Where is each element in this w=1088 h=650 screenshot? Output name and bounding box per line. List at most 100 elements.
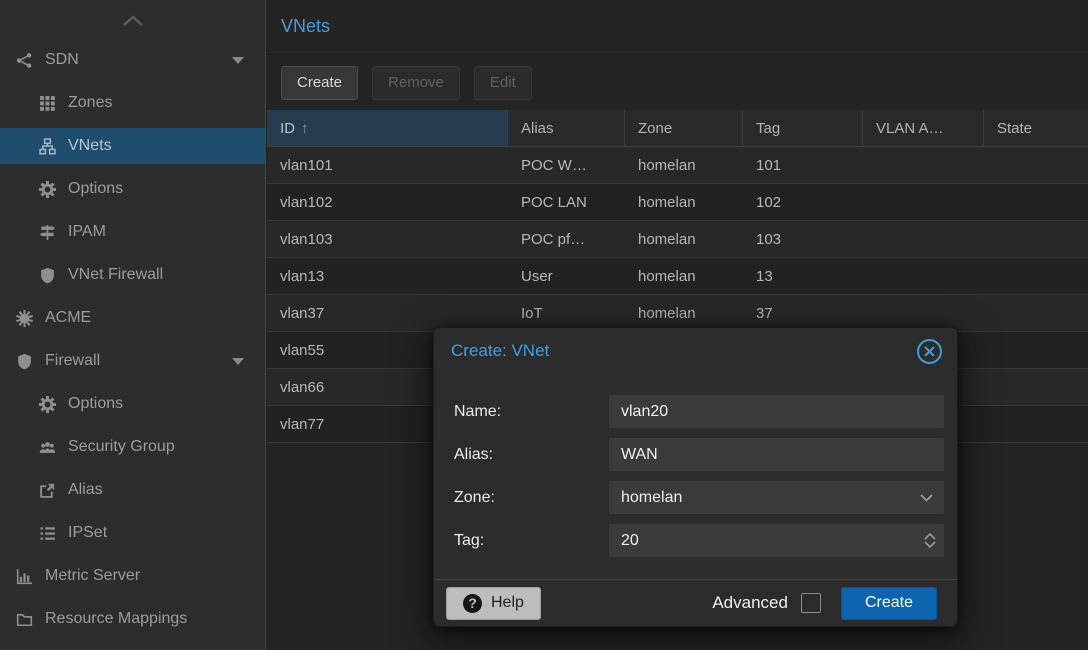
sidebar-item-alias[interactable]: Alias	[0, 472, 265, 508]
cell-zone: homelan	[625, 221, 743, 257]
signpost-icon	[35, 224, 59, 241]
sidebar-item-acme[interactable]: ACME	[0, 300, 265, 336]
name-input[interactable]	[609, 395, 944, 428]
list-ol-icon	[35, 525, 59, 542]
table-row[interactable]: vlan101POC W…homelan101	[267, 147, 1088, 184]
alias-input[interactable]	[609, 438, 944, 471]
cell-vlan_aware	[863, 147, 984, 183]
remove-button[interactable]: Remove	[372, 66, 460, 100]
help-button[interactable]: ? Help	[446, 587, 541, 620]
sidebar-item-label: Zones	[68, 94, 112, 112]
sidebar-item-security-group[interactable]: Security Group	[0, 429, 265, 465]
table-row[interactable]: vlan13Userhomelan13	[267, 258, 1088, 295]
column-header-zone[interactable]: Zone	[625, 110, 743, 146]
tag-field-label: Tag:	[454, 532, 609, 550]
cell-zone: homelan	[625, 147, 743, 183]
sidebar-item-label: Metric Server	[45, 567, 140, 585]
sort-asc-icon: ↑	[301, 120, 309, 137]
sidebar-item-ipset[interactable]: IPSet	[0, 515, 265, 551]
sidebar-item-options[interactable]: Options	[0, 386, 265, 422]
column-header-vlan-a-[interactable]: VLAN A…	[863, 110, 984, 146]
share-nodes-icon	[12, 52, 36, 69]
edit-button[interactable]: Edit	[474, 66, 532, 100]
column-header-id[interactable]: ID ↑	[267, 110, 508, 146]
sidebar-item-vnets[interactable]: VNets	[0, 128, 265, 164]
column-header-state[interactable]: State	[984, 110, 1088, 146]
zone-field-label: Zone:	[454, 489, 609, 507]
sidebar-item-metric-server[interactable]: Metric Server	[0, 558, 265, 594]
sidebar-item-firewall[interactable]: Firewall	[0, 343, 265, 379]
chevron-up-icon[interactable]	[0, 0, 265, 42]
dialog-footer: ? Help Advanced Create	[434, 579, 957, 626]
gear-icon	[35, 181, 59, 198]
help-button-label: Help	[491, 594, 524, 612]
sidebar-item-label: VNet Firewall	[68, 266, 163, 284]
cell-tag: 37	[743, 295, 863, 331]
caret-down-icon[interactable]	[232, 57, 244, 64]
chart-bar-icon	[12, 568, 36, 585]
cell-state	[984, 332, 1088, 368]
dialog-title: Create: VNet	[451, 341, 915, 361]
cell-zone: homelan	[625, 258, 743, 294]
spinner-up-icon	[924, 533, 936, 540]
cell-state	[984, 221, 1088, 257]
sidebar-item-label: Resource Mappings	[45, 610, 187, 628]
cell-state	[984, 295, 1088, 331]
advanced-label: Advanced	[712, 593, 788, 613]
column-header-tag[interactable]: Tag	[743, 110, 863, 146]
alias-field-label: Alias:	[454, 446, 609, 464]
table-row[interactable]: vlan102POC LANhomelan102	[267, 184, 1088, 221]
cell-id: vlan37	[267, 295, 508, 331]
cell-id: vlan103	[267, 221, 508, 257]
sidebar-item-label: ACME	[45, 309, 91, 327]
page-header: VNets	[267, 0, 1088, 55]
cell-vlan_aware	[863, 295, 984, 331]
column-header-label: Tag	[756, 120, 780, 137]
cell-state	[984, 258, 1088, 294]
gear-icon	[35, 396, 59, 413]
toolbar: Create Remove Edit	[267, 55, 1088, 110]
sidebar-item-options[interactable]: Options	[0, 171, 265, 207]
users-icon	[35, 439, 59, 456]
cell-zone: homelan	[625, 295, 743, 331]
sidebar-item-label: Options	[68, 180, 123, 198]
column-header-alias[interactable]: Alias	[508, 110, 625, 146]
cell-vlan_aware	[863, 258, 984, 294]
zone-select-value: homelan	[621, 481, 682, 514]
tag-input[interactable]	[609, 524, 944, 557]
tag-spinner[interactable]	[924, 524, 936, 557]
sitemap-icon	[35, 138, 59, 155]
cell-tag: 102	[743, 184, 863, 220]
sidebar-nav: SDN Zones VNets Options IPAM VNet Firewall ACM…	[0, 42, 265, 637]
name-field-label: Name:	[454, 403, 609, 421]
column-header-label: ID	[280, 120, 295, 137]
sidebar: SDN Zones VNets Options IPAM VNet Firewall ACM…	[0, 0, 266, 650]
sidebar-item-label: IPSet	[68, 524, 107, 542]
sidebar-item-sdn[interactable]: SDN	[0, 42, 265, 78]
chevron-down-icon[interactable]	[920, 481, 933, 514]
caret-down-icon[interactable]	[232, 358, 244, 365]
sidebar-item-zones[interactable]: Zones	[0, 85, 265, 121]
create-button[interactable]: Create	[281, 66, 358, 100]
column-header-label: Zone	[638, 120, 672, 137]
sidebar-item-resource-mappings[interactable]: Resource Mappings	[0, 601, 265, 637]
sidebar-item-label: VNets	[68, 137, 112, 155]
create-vnet-dialog: Create: VNet Name: Alias:	[433, 327, 958, 627]
cell-alias: IoT	[508, 295, 625, 331]
table-row[interactable]: vlan103POC pf…homelan103	[267, 221, 1088, 258]
cell-id: vlan13	[267, 258, 508, 294]
cell-vlan_aware	[863, 184, 984, 220]
cell-tag: 103	[743, 221, 863, 257]
sidebar-item-ipam[interactable]: IPAM	[0, 214, 265, 250]
shield-icon	[35, 267, 59, 284]
spinner-down-icon	[924, 541, 936, 548]
badge-icon	[12, 310, 36, 327]
column-header-label: State	[997, 120, 1032, 137]
advanced-checkbox[interactable]	[801, 593, 821, 613]
zone-select[interactable]: homelan	[609, 481, 944, 514]
cell-id: vlan102	[267, 184, 508, 220]
sidebar-item-vnet-firewall[interactable]: VNet Firewall	[0, 257, 265, 293]
dialog-create-button[interactable]: Create	[841, 587, 937, 620]
table-header-row: ID ↑ Alias Zone Tag VLAN A… State	[267, 110, 1088, 147]
close-icon[interactable]	[915, 337, 943, 365]
